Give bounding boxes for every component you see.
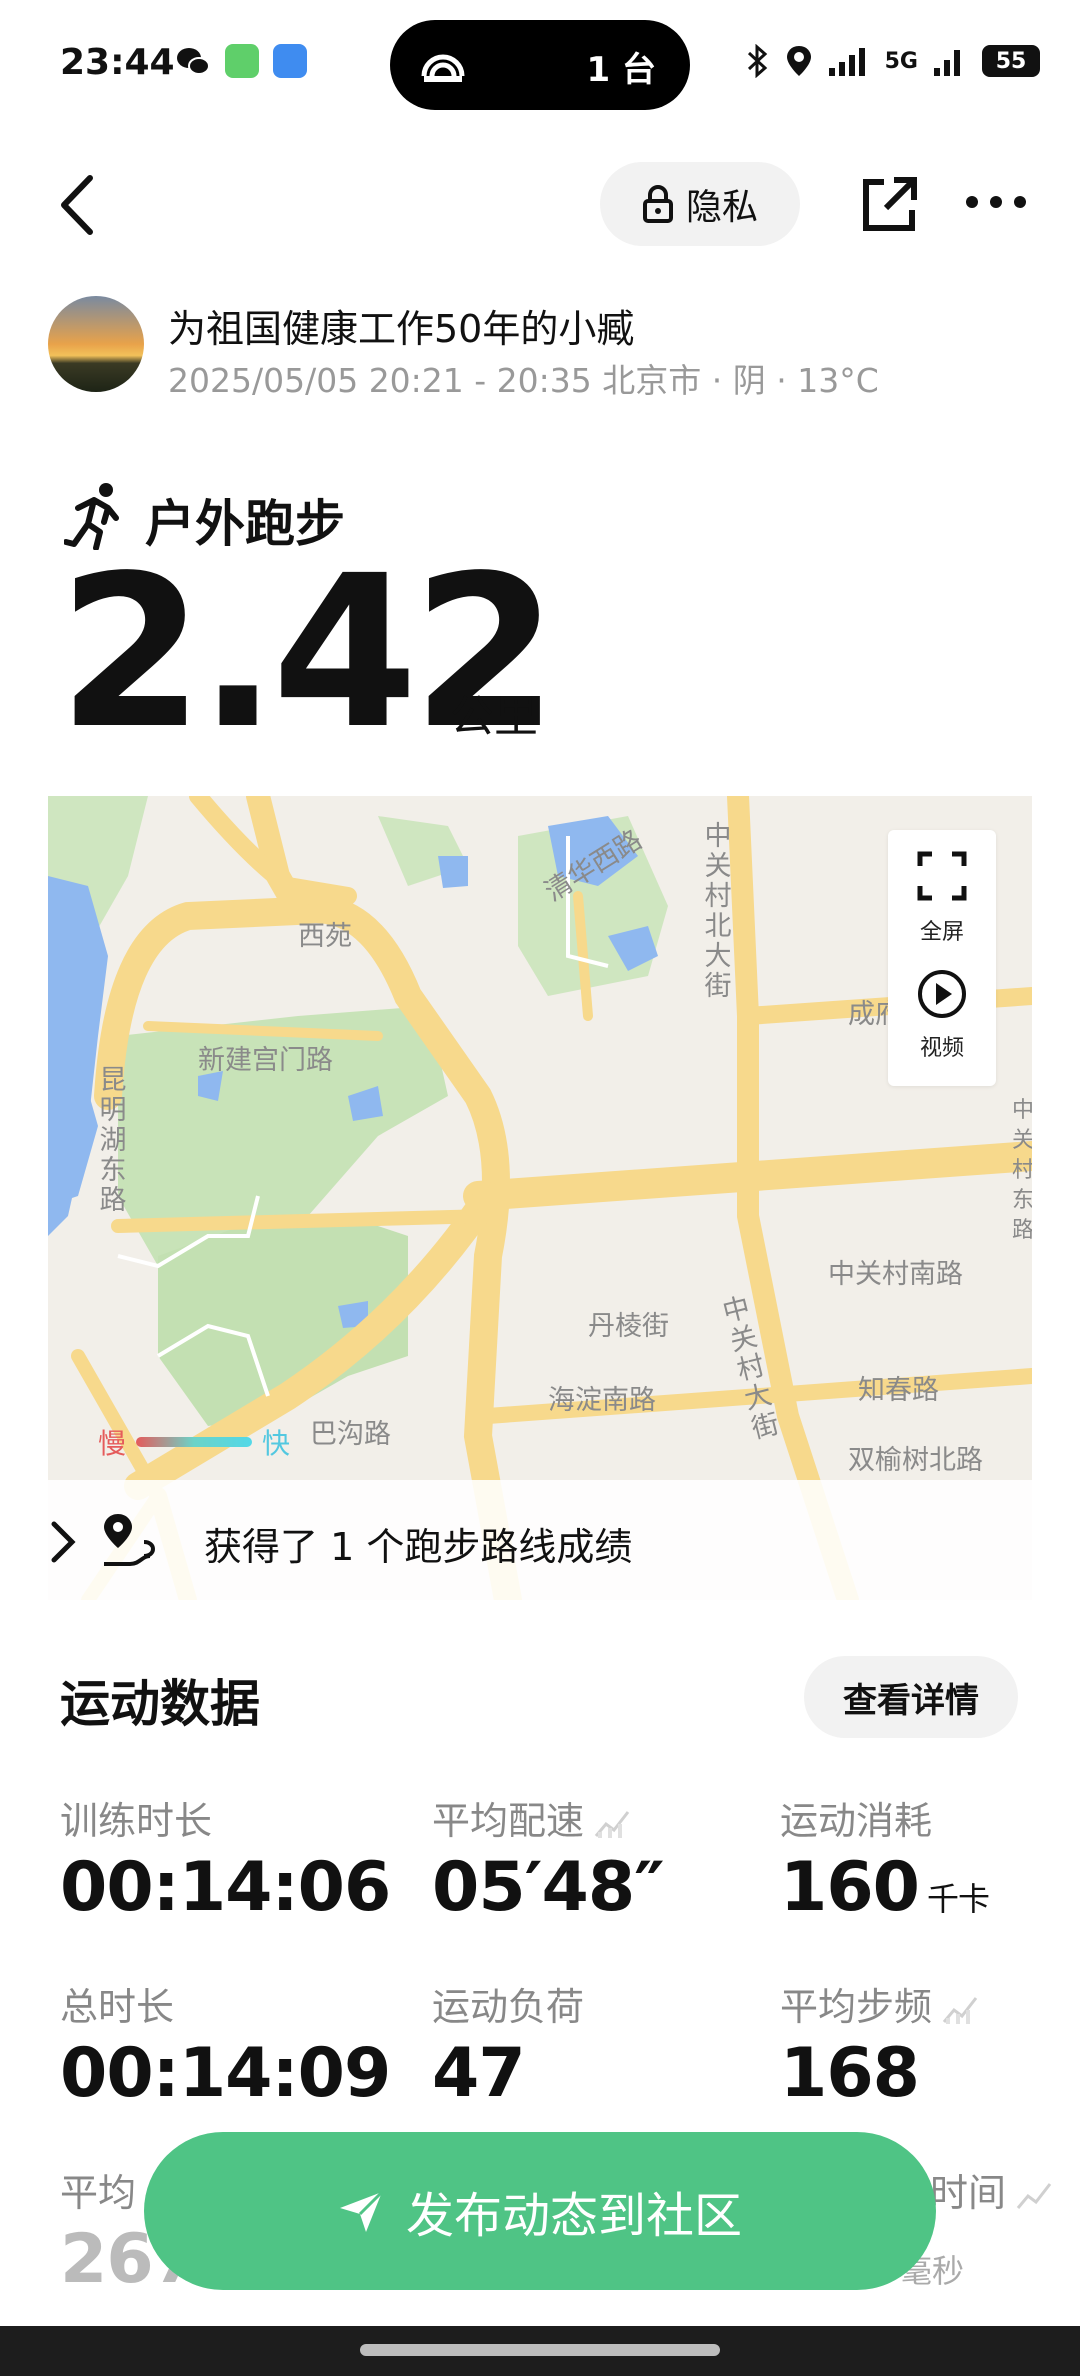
signal-icon-2 (934, 50, 960, 76)
calories-unit: 千卡 (926, 1880, 990, 1918)
battery-level: 55 (995, 48, 1027, 74)
share-icon[interactable] (858, 172, 922, 236)
map-label-danleng: 丹棱街 (588, 1311, 669, 1342)
status-time: 23:44 (60, 42, 175, 83)
legend-fast: 快 (262, 1427, 291, 1460)
fullscreen-label[interactable]: 全屏 (888, 914, 996, 946)
stat-label-cadence[interactable]: 平均步频 (780, 1976, 978, 2031)
workout-meta: 2025/05/05 20:21 - 20:35 北京市 · 阴 · 13°C (168, 361, 879, 400)
stat-label-partial-right: 时间 (930, 2162, 1052, 2217)
user-name[interactable]: 为祖国健康工作50年的小臧 (168, 298, 634, 353)
battery-icon: 55 (982, 45, 1040, 77)
cast-icon (421, 54, 465, 82)
stat-label-pace-text: 平均配速 (432, 1799, 585, 1843)
map-label-right-edge: 中关村东路 (1011, 1098, 1032, 1243)
system-icons: 5G 55 (745, 44, 1040, 78)
map-label-zgc-nanlu: 中关村南路 (828, 1259, 963, 1290)
network-type: 5G (884, 48, 918, 74)
stat-label-duration: 训练时长 (60, 1799, 213, 1843)
map-label-shuangyushu: 双榆树北路 (848, 1445, 983, 1476)
stat-label-partial-left: 平均 (60, 2171, 137, 2215)
distance-unit: 公里 (450, 691, 538, 742)
chevron-right-icon (51, 1521, 76, 1563)
map-controls: 全屏 视频 (888, 830, 996, 1086)
route-achievement-text: 获得了 1 个跑步路线成绩 (204, 1525, 633, 1569)
lock-icon (642, 185, 673, 223)
map-label-zgc-beidajie: 中关村北大街 (704, 821, 732, 1002)
message-icon (225, 44, 259, 78)
workout-detail-page: 23:44 1 台 5G 55 隐私 为祖国健康工作50年的小臧 2025/05… (0, 0, 1080, 2376)
map-label-xiyuan: 西苑 (298, 921, 352, 952)
stat-value-load: 47 (432, 2034, 526, 2113)
pace-gradient-bar (136, 1437, 253, 1447)
trend-chart-icon (942, 1996, 978, 2024)
view-details-button[interactable]: 查看详情 (804, 1656, 1018, 1738)
pace-legend: 慢 快 (98, 1422, 290, 1462)
stat-label-partial-right-text: 时间 (930, 2171, 1007, 2215)
location-icon (786, 46, 811, 76)
signal-icon (828, 48, 865, 76)
stat-label-total-time: 总时长 (60, 1985, 175, 2029)
wechat-icon (177, 48, 210, 75)
map-label-haidian-nanlu: 海淀南路 (548, 1385, 656, 1416)
trend-chart-icon (1016, 2182, 1052, 2209)
notification-icons (175, 44, 307, 78)
status-bar: 23:44 1 台 5G 55 (0, 0, 1080, 130)
trend-chart-icon (594, 1810, 630, 1838)
publish-to-community-button[interactable]: 发布动态到社区 (144, 2132, 936, 2290)
stat-value-calories: 160 千卡 (780, 1848, 990, 1927)
stat-value-total-time: 00:14:09 (60, 2034, 391, 2113)
home-indicator[interactable] (360, 2344, 720, 2356)
privacy-button[interactable]: 隐私 (600, 162, 800, 246)
video-label[interactable]: 视频 (888, 1030, 996, 1062)
cast-count: 1 台 (586, 50, 657, 90)
publish-label: 发布动态到社区 (405, 2188, 742, 2244)
privacy-label: 隐私 (685, 187, 758, 228)
bluetooth-icon (747, 44, 767, 78)
avatar[interactable] (48, 296, 144, 392)
more-icon[interactable] (966, 196, 1026, 210)
map-label-zhichun: 知春路 (858, 1375, 939, 1406)
app-notification-icon (273, 44, 307, 78)
stat-label-calories: 运动消耗 (780, 1799, 933, 1843)
section-title: 运动数据 (60, 1675, 260, 1733)
map-label-bagou: 巴沟路 (310, 1419, 391, 1450)
stat-label-load: 运动负荷 (432, 1985, 585, 2029)
stat-label-pace[interactable]: 平均配速 (432, 1790, 630, 1845)
stat-value-pace: 05′48″ (432, 1848, 665, 1927)
stat-value-cadence: 168 (780, 2034, 920, 2113)
send-icon (339, 2190, 384, 2232)
calories-number: 160 (780, 1848, 920, 1927)
legend-slow: 慢 (98, 1427, 127, 1460)
fullscreen-icon[interactable] (916, 850, 968, 902)
route-map[interactable]: 西苑 清华西路 新建宫门路 昆明湖东路 中关村北大街 成府 中关村东路 中关村南… (48, 796, 1032, 1600)
video-play-icon[interactable] (916, 968, 968, 1020)
map-label-kunminghu: 昆明湖东路 (99, 1065, 127, 1216)
stat-label-cadence-text: 平均步频 (780, 1985, 933, 2029)
system-nav-bar (0, 2326, 1080, 2376)
cast-pill[interactable]: 1 台 (390, 20, 690, 110)
map-label-xinjian: 新建宫门路 (198, 1045, 333, 1076)
route-achievement-row[interactable]: 获得了 1 个跑步路线成绩 (48, 1480, 1032, 1600)
stat-value-duration: 00:14:06 (60, 1848, 391, 1927)
back-icon[interactable] (52, 170, 102, 240)
route-pin-icon (104, 1514, 155, 1566)
